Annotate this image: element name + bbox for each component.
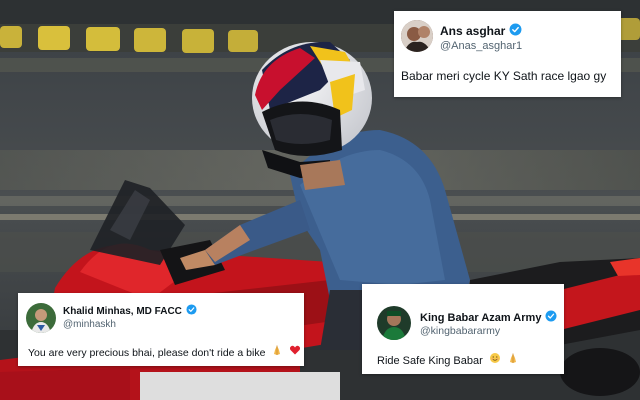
tweet-display-name: Ans asghar — [440, 23, 522, 39]
tweet-display-name: King Babar Azam Army — [420, 310, 557, 325]
tweet-display-name: Khalid Minhas, MD FACC — [63, 304, 197, 318]
tweet-handle: @kingbabararmy — [420, 325, 501, 337]
red-heart-icon — [289, 344, 301, 359]
verified-badge-icon — [509, 23, 522, 39]
verified-badge-icon — [545, 310, 557, 325]
display-name-text: King Babar Azam Army — [420, 311, 542, 324]
tweet-body: Babar meri cycle KY Sath race lgao gy — [401, 69, 607, 83]
tweet-card-khalid: Khalid Minhas, MD FACC @minhaskh You are… — [18, 293, 304, 366]
tweet-card-anas: Ans asghar @Anas_asghar1 Babar meri cycl… — [394, 11, 621, 97]
folded-hands-icon — [271, 344, 283, 359]
tweet-body-text: Ride Safe King Babar — [377, 355, 483, 367]
display-name-text: Khalid Minhas, MD FACC — [63, 305, 182, 317]
tweet-body: You are very precious bhai, please don't… — [28, 344, 301, 359]
display-name-text: Ans asghar — [440, 24, 506, 38]
tweet-body: Ride Safe King Babar — [377, 352, 519, 367]
smiling-face-icon — [489, 352, 501, 367]
tweet-handle: @Anas_asghar1 — [440, 40, 523, 52]
profile-avatar — [377, 306, 411, 340]
tweet-body-text: You are very precious bhai, please don't… — [28, 347, 266, 359]
tweet-card-kingbabar: King Babar Azam Army @kingbabararmy Ride… — [362, 284, 564, 374]
folded-hands-icon — [507, 352, 519, 367]
profile-avatar — [26, 303, 56, 333]
tweet-handle: @minhaskh — [63, 319, 116, 330]
verified-badge-icon — [186, 304, 197, 318]
profile-avatar — [401, 20, 433, 52]
